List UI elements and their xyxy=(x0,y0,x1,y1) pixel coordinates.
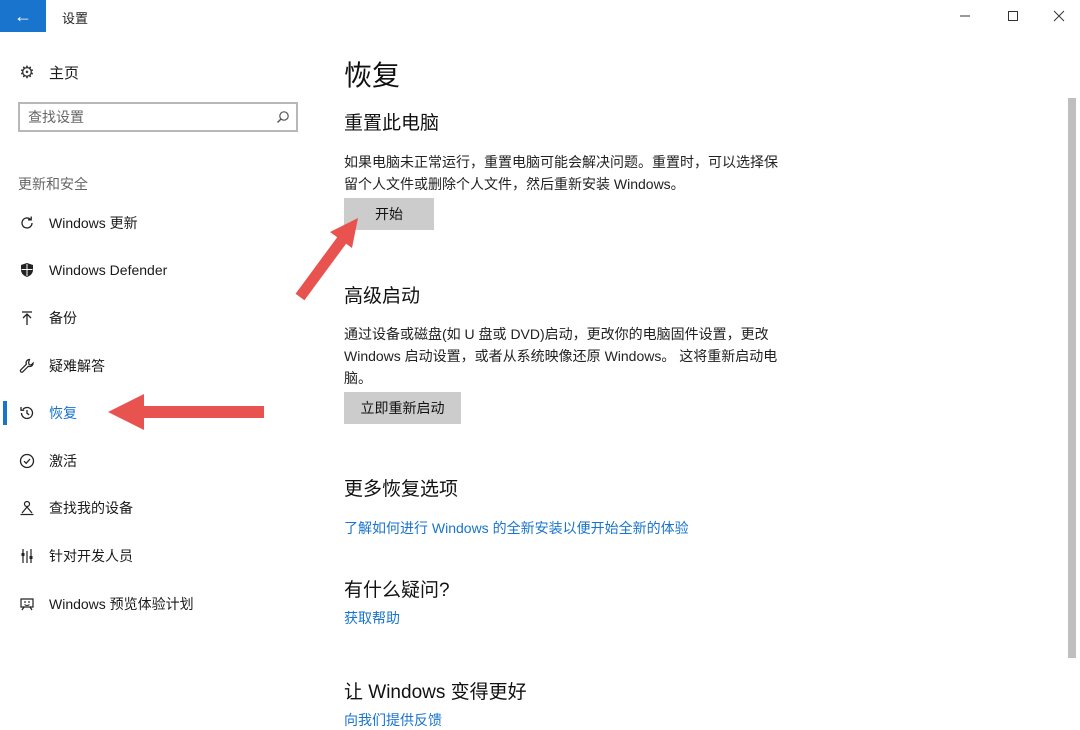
sidebar-item-find-my-device[interactable]: 查找我的设备 xyxy=(0,485,320,533)
restart-now-button[interactable]: 立即重新启动 xyxy=(344,392,461,424)
home-label: 主页 xyxy=(49,65,80,82)
window-title: 设置 xyxy=(62,11,89,26)
sidebar-item-activation[interactable]: 激活 xyxy=(0,437,320,485)
upload-icon xyxy=(18,309,36,327)
page-title: 恢复 xyxy=(344,60,401,91)
more-options-heading: 更多恢复选项 xyxy=(344,479,459,500)
check-circle-icon xyxy=(18,452,36,470)
sidebar-item-insider-program[interactable]: Windows 预览体验计划 xyxy=(0,580,320,628)
back-arrow-icon: ← xyxy=(14,5,32,26)
sidebar-item-label: 针对开发人员 xyxy=(49,547,133,564)
sidebar-item-windows-defender[interactable]: Windows Defender xyxy=(0,247,320,295)
sidebar-item-label: Windows 预览体验计划 xyxy=(49,595,194,612)
annotation-arrow-recovery xyxy=(108,394,264,430)
sidebar-item-label: 恢复 xyxy=(49,405,77,422)
smiley-icon xyxy=(18,595,36,613)
maximize-icon xyxy=(1008,11,1018,21)
gear-icon: ⚙ xyxy=(19,62,35,82)
developer-icon xyxy=(18,547,36,565)
sidebar: ⚙ 主页 更新和安全 Windows 更新 Windows Defender 备… xyxy=(0,32,320,722)
sidebar-item-windows-update[interactable]: Windows 更新 xyxy=(0,199,320,247)
reset-description: 如果电脑未正常运行，重置电脑可能会解决问题。重置时，可以选择保留个人文件或删除个… xyxy=(344,154,778,192)
questions-heading: 有什么疑问? xyxy=(344,580,450,601)
section-title: 更新和安全 xyxy=(18,176,88,192)
minimize-icon xyxy=(960,15,970,17)
search-box[interactable] xyxy=(18,102,298,132)
shield-icon xyxy=(18,261,36,279)
reset-heading: 重置此电脑 xyxy=(344,113,440,134)
sidebar-item-label: 疑难解答 xyxy=(49,357,105,374)
advanced-startup-description: 通过设备或磁盘(如 U 盘或 DVD)启动，更改你的电脑固件设置，更改 Wind… xyxy=(344,326,778,386)
sidebar-item-label: Windows Defender xyxy=(49,262,168,279)
sidebar-item-label: 激活 xyxy=(49,452,77,469)
sidebar-item-label: 查找我的设备 xyxy=(49,500,133,517)
sidebar-item-label: Windows 更新 xyxy=(49,214,138,231)
history-icon xyxy=(18,404,36,422)
sidebar-item-troubleshoot[interactable]: 疑难解答 xyxy=(0,342,320,390)
sidebar-item-label: 备份 xyxy=(49,309,77,326)
sidebar-item-for-developers[interactable]: 针对开发人员 xyxy=(0,532,320,580)
search-input[interactable] xyxy=(20,104,270,130)
close-button[interactable] xyxy=(1036,0,1080,32)
minimize-button[interactable] xyxy=(942,0,988,32)
wrench-icon xyxy=(18,357,36,375)
person-pin-icon xyxy=(18,499,36,517)
maximize-button[interactable] xyxy=(990,0,1036,32)
active-indicator xyxy=(3,401,7,426)
scrollbar[interactable] xyxy=(1068,98,1076,658)
annotation-arrow-start-button xyxy=(295,218,358,301)
sidebar-item-backup[interactable]: 备份 xyxy=(0,294,320,342)
home-link[interactable]: ⚙ 主页 xyxy=(18,62,79,83)
improve-windows-heading: 让 Windows 变得更好 xyxy=(344,682,527,703)
close-icon xyxy=(1053,10,1065,22)
search-icon[interactable] xyxy=(270,104,296,130)
fresh-install-link[interactable]: 了解如何进行 Windows 的全新安装以便开始全新的体验 xyxy=(344,518,689,538)
refresh-icon xyxy=(18,214,36,232)
title-bar: ← 设置 xyxy=(0,0,1080,32)
back-button[interactable]: ← xyxy=(0,0,46,32)
feedback-link[interactable]: 向我们提供反馈 xyxy=(344,710,442,730)
get-help-link[interactable]: 获取帮助 xyxy=(344,608,400,628)
